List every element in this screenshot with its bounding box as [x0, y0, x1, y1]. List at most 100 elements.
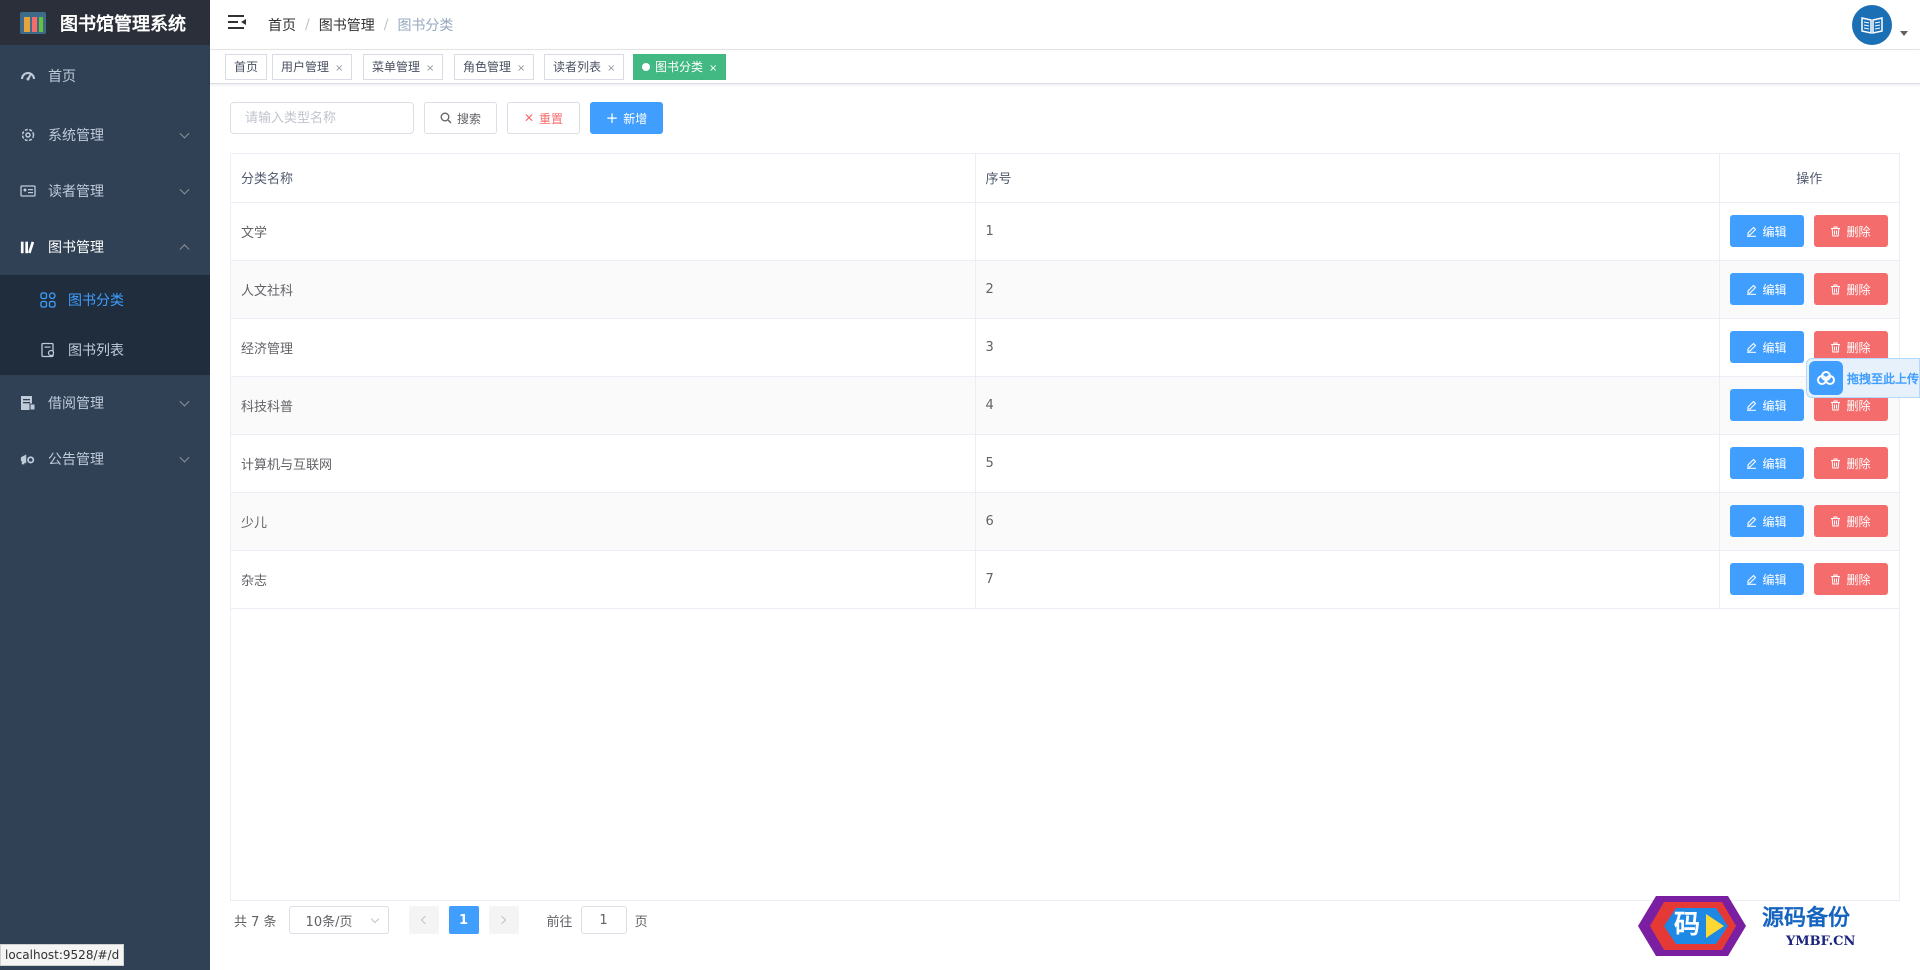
edit-button[interactable]: 编辑 — [1729, 563, 1804, 595]
tag-reader-list[interactable]: 读者列表 × — [544, 54, 625, 80]
button-label: 编辑 — [1762, 456, 1787, 471]
edit-button[interactable]: 编辑 — [1729, 215, 1804, 247]
edit-icon — [1747, 342, 1757, 353]
announcement-icon — [20, 451, 36, 467]
cell-actions: 编辑 删除 — [1719, 434, 1899, 493]
sidebar-item-label: 借阅管理 — [48, 396, 104, 412]
avatar[interactable] — [1852, 5, 1892, 45]
edit-icon — [1747, 516, 1757, 527]
watermark-logo: 码 源码备份 YMBF.CN — [1626, 888, 1920, 970]
close-icon[interactable]: × — [607, 63, 615, 74]
breadcrumb-item-books[interactable]: 图书管理 — [319, 15, 375, 35]
goto-label: 前往 — [546, 914, 573, 930]
tag-book-category[interactable]: 图书分类 × — [633, 54, 727, 80]
upload-drop-widget[interactable]: 拖拽至此上传 — [1806, 358, 1920, 398]
edit-icon — [1747, 284, 1757, 295]
reset-button[interactable]: ✕ 重置 — [507, 102, 580, 134]
edit-button[interactable]: 编辑 — [1729, 447, 1804, 479]
table-row: 人文社科 2 编辑 删除 — [231, 260, 1899, 319]
edit-button[interactable]: 编辑 — [1729, 389, 1804, 421]
sidebar-item-label: 首页 — [48, 69, 76, 85]
gear-icon — [20, 127, 36, 143]
caret-down-icon[interactable] — [1900, 31, 1908, 36]
edit-button[interactable]: 编辑 — [1729, 331, 1804, 363]
cell-order: 3 — [975, 318, 1720, 377]
delete-button[interactable]: 删除 — [1813, 563, 1888, 595]
search-button[interactable]: 搜索 — [424, 102, 497, 134]
sidebar-item-book-list[interactable]: 图书列表 — [0, 325, 210, 375]
delete-button[interactable]: 删除 — [1813, 505, 1888, 537]
close-icon[interactable]: × — [426, 63, 434, 74]
next-page-button[interactable] — [488, 906, 519, 934]
edit-icon — [1747, 574, 1757, 585]
tags-view: 首页 用户管理 × 菜单管理 × 角色管理 × 读者列表 × 图书分类 × — [210, 50, 1920, 84]
button-label: 编辑 — [1762, 572, 1787, 587]
watermark-subtitle: YMBF.CN — [1786, 934, 1856, 949]
search-icon — [440, 112, 452, 124]
button-label: 搜索 — [456, 111, 481, 126]
borrow-icon — [20, 395, 36, 411]
plus-icon: + — [605, 109, 619, 127]
add-button[interactable]: + 新增 — [590, 102, 663, 134]
navbar: 首页 / 图书管理 / 图书分类 — [210, 0, 1920, 50]
delete-button[interactable]: 删除 — [1813, 447, 1888, 479]
button-label: 编辑 — [1762, 224, 1787, 239]
button-label: 删除 — [1846, 282, 1871, 297]
sidebar-item-system[interactable]: 系统管理 — [0, 107, 210, 163]
cell-order: 2 — [975, 260, 1720, 319]
sidebar: 图书馆管理系统 首页 系统管理 读者管理 图书管理 图书分类 图书列表 借阅管理… — [0, 0, 210, 970]
sidebar-item-readers[interactable]: 读者管理 — [0, 163, 210, 219]
tag-home[interactable]: 首页 — [225, 54, 268, 80]
button-label: 编辑 — [1762, 514, 1787, 529]
prev-page-button[interactable] — [408, 906, 439, 934]
logo[interactable]: 图书馆管理系统 — [0, 0, 210, 45]
sidebar-item-label: 图书列表 — [68, 343, 124, 359]
category-table: 分类名称 序号 操作 文学 1 编辑 删除 人文社科 2 编辑 删除 经济管理 … — [230, 153, 1900, 901]
tag-label: 角色管理 — [463, 60, 512, 74]
tag-role-management[interactable]: 角色管理 × — [454, 54, 535, 80]
button-label: 重置 — [539, 111, 564, 126]
cloud-upload-icon — [1809, 361, 1843, 395]
table-header-row: 分类名称 序号 操作 — [231, 154, 1899, 203]
cell-category-name: 杂志 — [231, 550, 976, 609]
edit-button[interactable]: 编辑 — [1729, 273, 1804, 305]
button-label: 编辑 — [1762, 282, 1787, 297]
sidebar-item-home[interactable]: 首页 — [0, 45, 210, 107]
sidebar-item-label: 图书分类 — [68, 293, 124, 309]
upload-drop-text: 拖拽至此上传 — [1846, 371, 1919, 386]
column-header-order: 序号 — [975, 154, 1720, 203]
chevron-down-icon — [179, 184, 190, 195]
hamburger-icon[interactable] — [228, 14, 246, 30]
close-icon[interactable]: × — [335, 63, 343, 74]
page-size-value: 10条/页 — [305, 914, 353, 930]
cell-category-name: 经济管理 — [231, 318, 976, 377]
cell-actions: 编辑 删除 — [1719, 260, 1899, 319]
page-number-current[interactable]: 1 — [448, 906, 479, 934]
button-label: 编辑 — [1762, 398, 1787, 413]
category-name-search-input[interactable] — [230, 102, 414, 134]
close-icon: ✕ — [523, 111, 535, 125]
breadcrumb: 首页 / 图书管理 / 图书分类 — [268, 15, 453, 35]
cell-actions: 编辑 删除 — [1719, 202, 1899, 261]
tag-label: 菜单管理 — [372, 60, 421, 74]
tag-user-management[interactable]: 用户管理 × — [272, 54, 353, 80]
page-size-select[interactable]: 10条/页 — [288, 906, 389, 934]
breadcrumb-separator: / — [383, 17, 389, 33]
chevron-up-icon — [179, 244, 190, 255]
sidebar-item-label: 公告管理 — [48, 452, 104, 468]
delete-button[interactable]: 删除 — [1813, 215, 1888, 247]
cell-order: 7 — [975, 550, 1720, 609]
breadcrumb-item-home[interactable]: 首页 — [268, 15, 296, 35]
sidebar-item-announcement[interactable]: 公告管理 — [0, 431, 210, 487]
delete-button[interactable]: 删除 — [1813, 273, 1888, 305]
goto-page-input[interactable] — [580, 906, 627, 934]
close-icon[interactable]: × — [517, 63, 525, 74]
trash-icon — [1831, 342, 1841, 352]
tag-menu-management[interactable]: 菜单管理 × — [363, 54, 444, 80]
close-icon[interactable]: × — [709, 63, 717, 74]
button-label: 编辑 — [1762, 340, 1787, 355]
sidebar-item-borrow[interactable]: 借阅管理 — [0, 375, 210, 431]
edit-button[interactable]: 编辑 — [1729, 505, 1804, 537]
sidebar-item-books[interactable]: 图书管理 — [0, 219, 210, 275]
sidebar-item-book-category[interactable]: 图书分类 — [0, 275, 210, 325]
